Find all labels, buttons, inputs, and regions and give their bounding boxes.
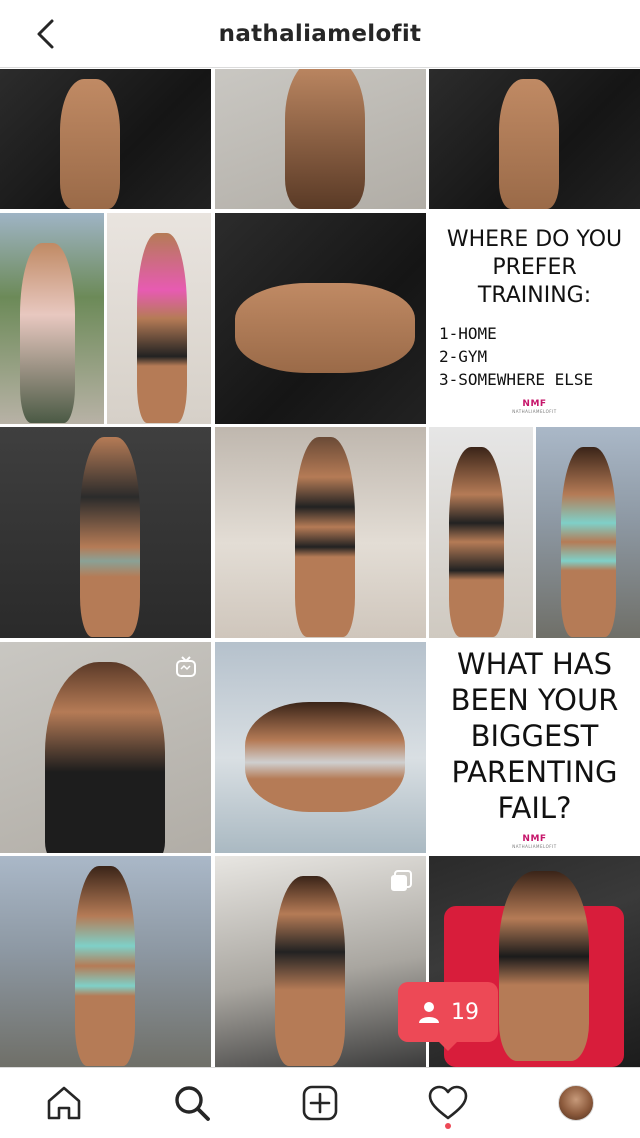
posts-grid: WHERE DO YOU PREFER TRAINING: 1-HOME 2-G… [0, 69, 640, 1067]
post-thumbnail[interactable] [429, 69, 640, 209]
search-icon [175, 1086, 210, 1121]
back-button[interactable] [26, 14, 66, 54]
brand-logo: NMF NATHALIAMELOFIT [512, 833, 557, 849]
activity-indicator-dot [445, 1123, 451, 1129]
post-thumbnail[interactable] [0, 212, 211, 424]
text-post-training[interactable]: WHERE DO YOU PREFER TRAINING: 1-HOME 2-G… [429, 212, 640, 424]
page-title: nathaliamelofit [218, 20, 422, 47]
brand-logo: NMF NATHALIAMELOFIT [512, 399, 557, 414]
carousel-post-thumbnail[interactable] [214, 856, 426, 1067]
activity-notification-badge[interactable]: 19 [398, 982, 498, 1051]
post-heading: WHERE DO YOU PREFER TRAINING: [446, 227, 623, 308]
notification-count: 19 [451, 999, 479, 1025]
post-options: 1-HOME 2-GYM 3-SOMEWHERE ELSE [439, 324, 594, 389]
post-heading: WHAT HAS BEEN YOUR BIGGEST PARENTING FAI… [450, 646, 619, 825]
video-post-thumbnail[interactable] [0, 641, 211, 853]
post-thumbnail[interactable] [0, 427, 211, 638]
tab-activity[interactable] [416, 1071, 480, 1135]
profile-avatar [558, 1085, 594, 1121]
igtv-icon [175, 655, 197, 678]
chevron-left-icon [37, 19, 54, 49]
activity-heart-icon [428, 1085, 468, 1120]
post-thumbnail[interactable] [214, 69, 426, 209]
post-thumbnail[interactable] [214, 641, 426, 853]
bottom-tab-bar [0, 1067, 640, 1138]
top-bar: nathaliamelofit [0, 0, 640, 68]
post-thumbnail[interactable] [214, 427, 426, 638]
post-thumbnail[interactable] [429, 427, 640, 638]
tab-profile[interactable] [544, 1071, 608, 1135]
post-thumbnail[interactable] [0, 69, 211, 209]
text-post-parenting[interactable]: WHAT HAS BEEN YOUR BIGGEST PARENTING FAI… [429, 641, 640, 853]
tab-new-post[interactable] [288, 1071, 352, 1135]
post-thumbnail[interactable] [214, 212, 426, 424]
person-icon [419, 1002, 439, 1023]
home-icon [47, 1086, 81, 1120]
post-thumbnail[interactable] [0, 856, 211, 1067]
add-post-icon [302, 1085, 338, 1121]
carousel-icon [390, 870, 412, 892]
tab-home[interactable] [32, 1071, 96, 1135]
tab-search[interactable] [160, 1071, 224, 1135]
